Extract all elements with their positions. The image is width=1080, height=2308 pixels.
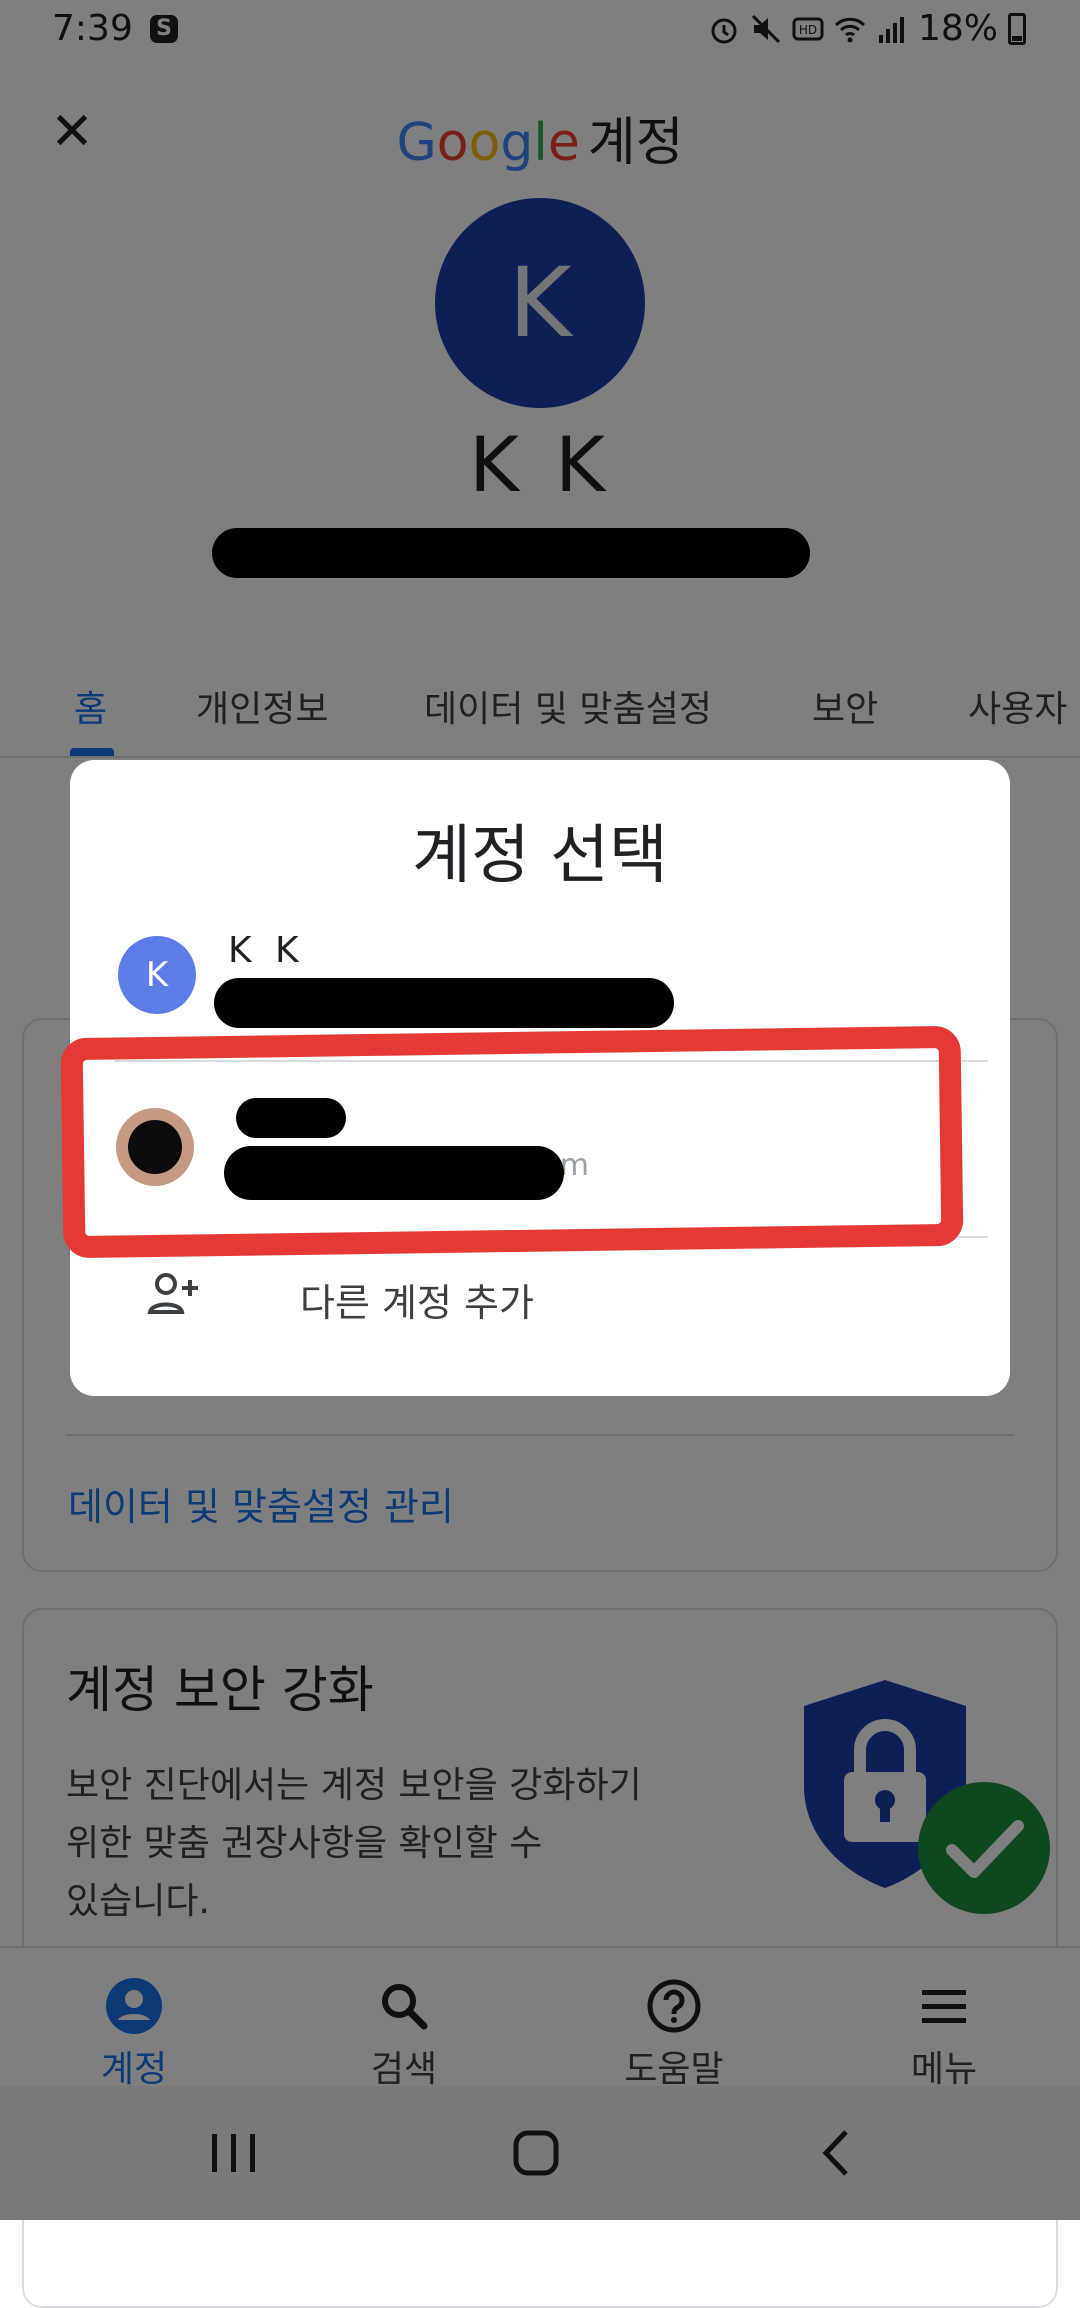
add-account-label: 다른 계정 추가 — [300, 1281, 534, 1325]
highlight-annotation — [60, 1025, 964, 1259]
add-account-button[interactable]: 다른 계정 추가 — [110, 1250, 970, 1342]
person-add-icon — [147, 1273, 198, 1314]
avatar: K — [118, 936, 196, 1014]
account-name: K K — [228, 930, 305, 971]
dialog-title: 계정 선택 — [412, 819, 668, 893]
email-redaction — [214, 978, 674, 1028]
